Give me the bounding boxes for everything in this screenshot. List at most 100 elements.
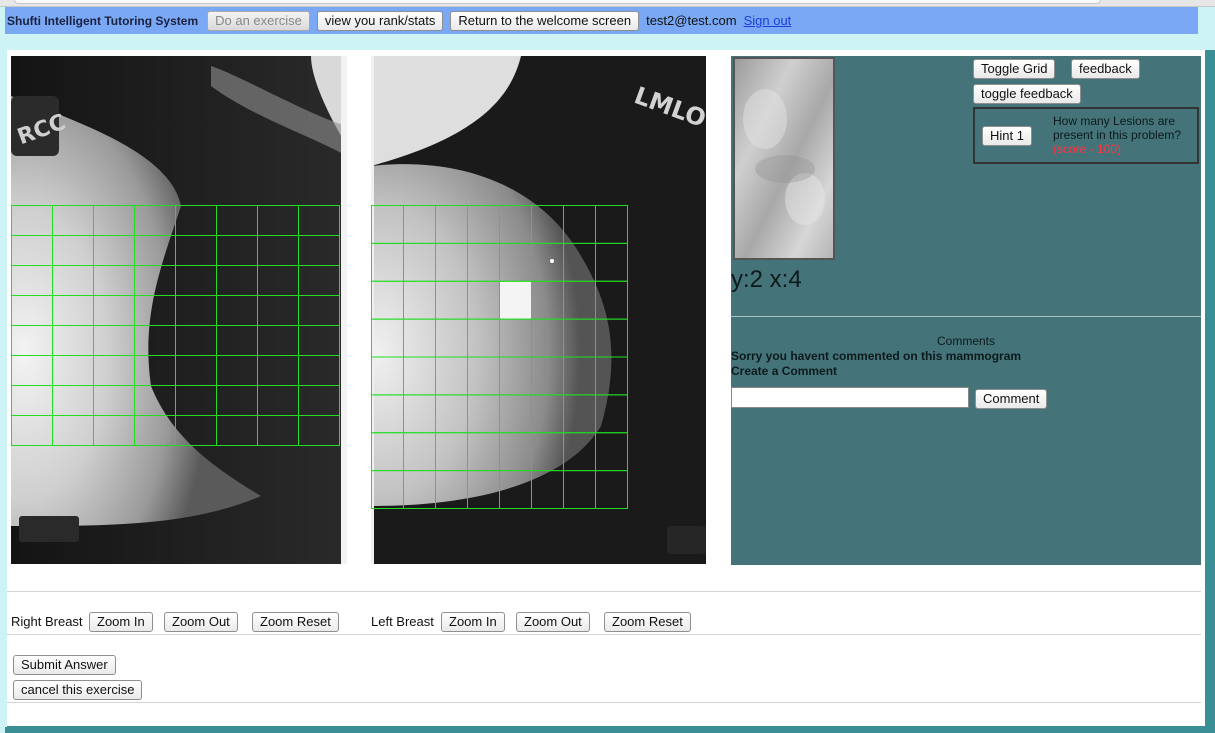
grid-cell[interactable]	[134, 325, 176, 356]
grid-cell[interactable]	[93, 385, 135, 416]
do-exercise-button[interactable]: Do an exercise	[207, 10, 310, 31]
grid-cell[interactable]	[531, 205, 564, 244]
grid-cell[interactable]	[563, 394, 596, 434]
grid-cell[interactable]	[298, 325, 340, 356]
grid-cell[interactable]	[52, 235, 94, 266]
grid-cell[interactable]	[298, 265, 340, 296]
toggle-grid-button[interactable]: Toggle Grid	[973, 59, 1056, 79]
grid-cell[interactable]	[499, 432, 532, 472]
grid-cell[interactable]	[467, 242, 500, 282]
grid-cell[interactable]	[11, 355, 53, 386]
grid-cell[interactable]	[563, 470, 596, 509]
grid-cell[interactable]	[11, 415, 53, 446]
welcome-screen-button[interactable]: Return to the welcome screen	[450, 10, 640, 31]
grid-cell[interactable]	[499, 280, 532, 320]
grid-cell[interactable]	[216, 295, 258, 326]
grid-cell[interactable]	[11, 325, 53, 356]
left-zoom-in-button[interactable]: Zoom In	[441, 612, 505, 632]
grid-cell[interactable]	[531, 394, 564, 434]
grid-cell[interactable]	[93, 415, 135, 446]
grid-cell[interactable]	[403, 470, 436, 509]
grid-cell[interactable]	[595, 205, 628, 244]
grid-cell[interactable]	[499, 205, 532, 244]
grid-cell[interactable]	[467, 432, 500, 472]
grid-cell[interactable]	[595, 432, 628, 472]
cancel-exercise-button[interactable]: cancel this exercise	[13, 680, 143, 700]
grid-cell[interactable]	[371, 394, 404, 434]
grid-cell[interactable]	[11, 295, 53, 326]
grid-cell[interactable]	[531, 280, 564, 320]
grid-cell[interactable]	[563, 280, 596, 320]
grid-cell[interactable]	[403, 318, 436, 358]
grid-cell[interactable]	[257, 355, 299, 386]
grid-cell[interactable]	[563, 242, 596, 282]
grid-cell[interactable]	[403, 280, 436, 320]
grid-cell[interactable]	[531, 242, 564, 282]
right-breast-grid[interactable]	[11, 205, 341, 447]
grid-cell[interactable]	[52, 265, 94, 296]
grid-cell[interactable]	[216, 235, 258, 266]
grid-cell[interactable]	[257, 235, 299, 266]
grid-cell[interactable]	[11, 205, 53, 236]
grid-cell[interactable]	[93, 355, 135, 386]
grid-cell[interactable]	[134, 205, 176, 236]
grid-cell[interactable]	[175, 415, 217, 446]
grid-cell[interactable]	[257, 205, 299, 236]
grid-cell[interactable]	[595, 394, 628, 434]
right-zoom-out-button[interactable]: Zoom Out	[164, 612, 238, 632]
grid-cell[interactable]	[134, 235, 176, 266]
grid-cell[interactable]	[175, 265, 217, 296]
grid-cell[interactable]	[175, 385, 217, 416]
grid-cell[interactable]	[52, 385, 94, 416]
grid-cell[interactable]	[371, 242, 404, 282]
grid-cell[interactable]	[531, 318, 564, 358]
comment-input[interactable]	[731, 387, 969, 408]
grid-cell[interactable]	[216, 355, 258, 386]
grid-cell[interactable]	[531, 432, 564, 472]
grid-cell[interactable]	[93, 265, 135, 296]
left-zoom-reset-button[interactable]: Zoom Reset	[604, 612, 691, 632]
grid-cell[interactable]	[11, 385, 53, 416]
grid-cell[interactable]	[403, 205, 436, 244]
grid-cell[interactable]	[531, 470, 564, 509]
grid-cell[interactable]	[93, 235, 135, 266]
grid-cell[interactable]	[467, 470, 500, 509]
toggle-feedback-button[interactable]: toggle feedback	[973, 84, 1081, 104]
grid-cell[interactable]	[52, 295, 94, 326]
grid-cell[interactable]	[175, 295, 217, 326]
grid-cell[interactable]	[595, 356, 628, 396]
grid-cell[interactable]	[435, 318, 468, 358]
grid-cell[interactable]	[435, 356, 468, 396]
grid-cell[interactable]	[435, 432, 468, 472]
right-zoom-reset-button[interactable]: Zoom Reset	[252, 612, 339, 632]
grid-cell[interactable]	[563, 205, 596, 244]
grid-cell[interactable]	[298, 205, 340, 236]
grid-cell[interactable]	[298, 385, 340, 416]
grid-cell[interactable]	[93, 295, 135, 326]
grid-cell[interactable]	[403, 242, 436, 282]
grid-cell[interactable]	[467, 394, 500, 434]
grid-cell[interactable]	[499, 470, 532, 509]
grid-cell[interactable]	[216, 415, 258, 446]
grid-cell[interactable]	[216, 325, 258, 356]
grid-cell[interactable]	[52, 325, 94, 356]
grid-cell[interactable]	[467, 280, 500, 320]
grid-cell[interactable]	[435, 205, 468, 244]
grid-cell[interactable]	[257, 295, 299, 326]
grid-cell[interactable]	[216, 385, 258, 416]
grid-cell[interactable]	[216, 265, 258, 296]
grid-cell[interactable]	[435, 280, 468, 320]
grid-cell[interactable]	[134, 355, 176, 386]
grid-cell[interactable]	[175, 325, 217, 356]
grid-cell[interactable]	[371, 356, 404, 396]
grid-cell[interactable]	[134, 385, 176, 416]
grid-cell[interactable]	[93, 205, 135, 236]
grid-cell[interactable]	[371, 432, 404, 472]
right-zoom-in-button[interactable]: Zoom In	[89, 612, 153, 632]
grid-cell[interactable]	[52, 205, 94, 236]
grid-cell[interactable]	[435, 242, 468, 282]
left-breast-grid[interactable]	[371, 205, 629, 510]
grid-cell[interactable]	[175, 355, 217, 386]
grid-cell[interactable]	[371, 205, 404, 244]
submit-answer-button[interactable]: Submit Answer	[13, 655, 116, 675]
